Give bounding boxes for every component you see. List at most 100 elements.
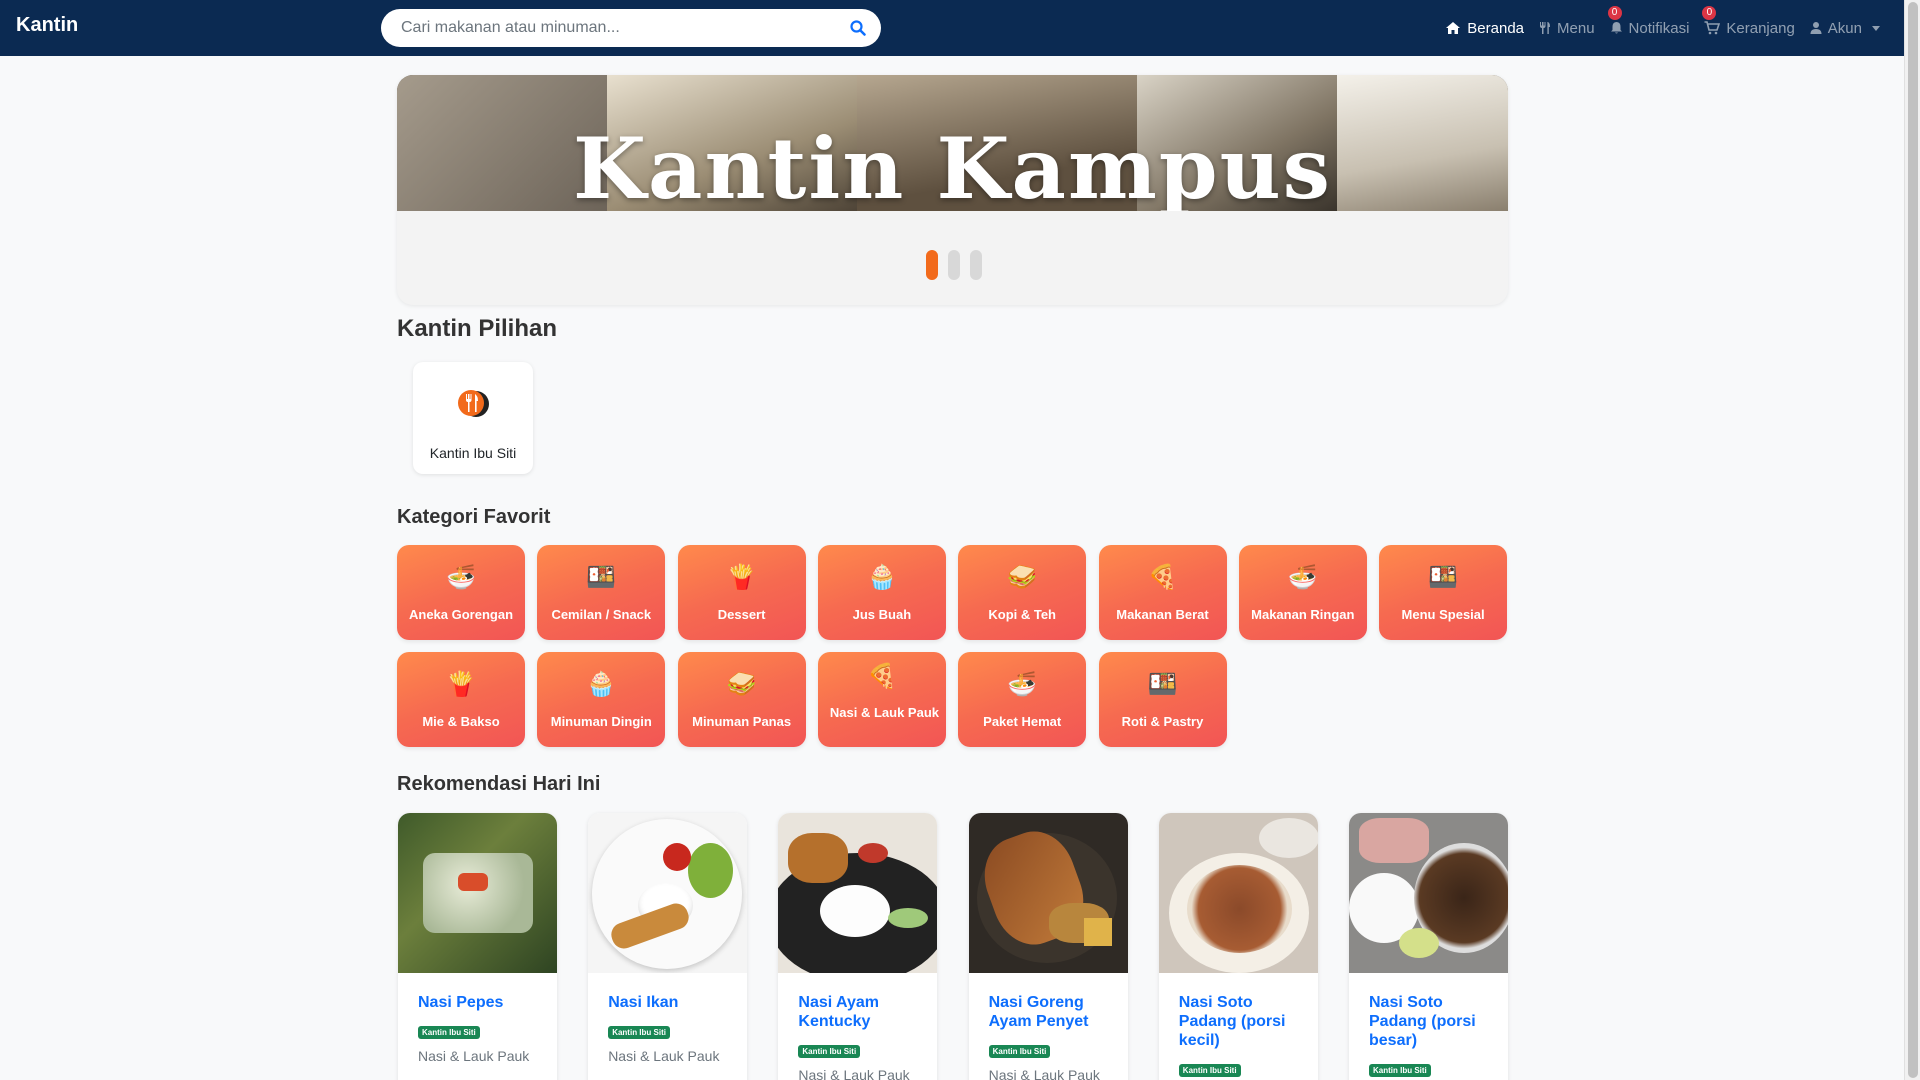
- product-category: Nasi & Lauk Pauk: [988, 1067, 1100, 1080]
- category-card[interactable]: 🥪 Minuman Panas: [677, 652, 806, 747]
- section-title-canteens: Kantin Pilihan: [397, 315, 558, 342]
- product-image: [398, 813, 557, 973]
- search-button[interactable]: [835, 9, 881, 47]
- bell-icon: [1610, 22, 1622, 34]
- sandwich-icon: 🥪: [1007, 564, 1038, 591]
- nav-keranjang-label: Keranjang: [1726, 19, 1795, 37]
- canteen-badge: Kantin Ibu Siti: [988, 1045, 1051, 1058]
- category-label: Nasi & Lauk Pauk: [829, 705, 939, 720]
- product-name[interactable]: Nasi Soto Padang (porsi besar): [1369, 993, 1499, 1050]
- category-card[interactable]: 🍕 Nasi & Lauk Pauk: [817, 652, 946, 747]
- product-name[interactable]: Nasi Pepes: [418, 993, 548, 1012]
- category-card[interactable]: 🍱 Roti & Pastry: [1098, 652, 1227, 747]
- scrollbar-thumb[interactable]: [1908, 2, 1918, 1078]
- section-title-categories: Kategori Favorit: [397, 506, 551, 528]
- category-label: Cemilan / Snack: [551, 607, 652, 622]
- search-bar: [381, 9, 881, 47]
- category-label: Paket Hemat: [983, 714, 1062, 729]
- sandwich-icon: 🥪: [726, 671, 757, 698]
- restaurant-logo-icon: [458, 390, 489, 417]
- category-card[interactable]: 🥪 Kopi & Teh: [958, 545, 1087, 640]
- category-card[interactable]: 🧁 Jus Buah: [817, 545, 946, 640]
- ramen-bowl-icon: 🍜: [446, 564, 476, 591]
- hero-title: Kantin Kampus: [573, 119, 1332, 211]
- fries-icon: 🍟: [726, 564, 757, 591]
- category-label: Minuman Dingin: [550, 714, 652, 729]
- category-card[interactable]: 🍟 Dessert: [677, 545, 806, 640]
- category-label: Menu Spesial: [1401, 607, 1485, 622]
- product-card[interactable]: Nasi Pepes Kantin Ibu Siti Nasi & Lauk Pau…: [398, 813, 557, 1080]
- category-card[interactable]: 🧁 Minuman Dingin: [537, 652, 666, 747]
- search-input[interactable]: [381, 9, 835, 47]
- category-label: Roti & Pastry: [1121, 714, 1204, 729]
- product-image: [968, 813, 1128, 973]
- canteen-badge: Kantin Ibu Siti: [798, 1045, 861, 1058]
- nav-notifikasi[interactable]: 0 Notifikasi: [1607, 5, 1690, 37]
- canteen-badge: Kantin Ibu Siti: [608, 1026, 670, 1039]
- cupcake-icon: 🧁: [866, 564, 897, 591]
- nav-beranda[interactable]: Beranda: [1445, 20, 1524, 37]
- product-card[interactable]: Nasi Ayam Kentucky Kantin Ibu Siti Nasi & …: [778, 813, 938, 1080]
- nav-akun-dropdown[interactable]: Akun: [1810, 20, 1880, 37]
- product-card[interactable]: Nasi Ikan Kantin Ibu Siti Nasi & Lauk Pauk: [588, 813, 748, 1080]
- product-card[interactable]: Nasi Goreng Ayam Penyet Kantin Ibu Siti Na…: [968, 813, 1128, 1080]
- carousel-indicator[interactable]: [948, 250, 960, 280]
- bento-box-icon: 🍱: [586, 564, 617, 591]
- carousel-indicator[interactable]: [926, 250, 938, 280]
- hero-image: Kantin Kampus: [397, 75, 1508, 211]
- page-scrollbar[interactable]: [1904, 0, 1920, 1080]
- carousel-indicators: [926, 250, 982, 280]
- product-image: [1349, 813, 1508, 973]
- category-card[interactable]: 🍜 Paket Hemat: [958, 652, 1087, 747]
- pizza-icon: 🍕: [1147, 564, 1178, 591]
- utensils-icon: [1540, 22, 1551, 34]
- category-label: Makanan Berat: [1116, 607, 1209, 622]
- category-card[interactable]: 🍱 Cemilan / Snack: [537, 545, 666, 640]
- nav-menu-label: Menu: [1557, 19, 1595, 37]
- category-card[interactable]: 🍟 Mie & Bakso: [397, 652, 525, 747]
- nav-beranda-label: Beranda: [1467, 19, 1525, 37]
- category-label: Aneka Gorengan: [408, 607, 514, 622]
- product-card[interactable]: Nasi Soto Padang (porsi kecil) Kantin Ibu…: [1158, 813, 1318, 1080]
- product-name[interactable]: Nasi Ayam Kentucky: [798, 993, 928, 1031]
- navbar: Kantin Beranda Menu 0 No: [0, 0, 1904, 56]
- nav-notifikasi-label: Notifikasi: [1628, 19, 1690, 37]
- category-label: Mie & Bakso: [422, 714, 500, 729]
- fries-icon: 🍟: [446, 671, 476, 698]
- chevron-down-icon: [1872, 25, 1880, 31]
- product-card[interactable]: Nasi Soto Padang (porsi besar) Kantin Ibu…: [1349, 813, 1508, 1080]
- product-image: [1158, 813, 1318, 973]
- pizza-icon: 🍕: [866, 663, 897, 690]
- ramen-bowl-icon: 🍜: [1287, 564, 1318, 591]
- cupcake-icon: 🧁: [586, 671, 617, 698]
- category-label: Kopi & Teh: [988, 607, 1056, 622]
- nav-menu[interactable]: Menu: [1539, 20, 1595, 37]
- nav-keranjang[interactable]: 0 Keranjang: [1702, 5, 1795, 37]
- cart-badge: 0: [1702, 5, 1717, 20]
- carousel-indicator[interactable]: [970, 250, 982, 280]
- ramen-bowl-icon: 🍜: [1007, 671, 1038, 698]
- search-icon: [850, 20, 866, 36]
- product-category: Nasi & Lauk Pauk: [798, 1067, 910, 1080]
- bento-box-icon: 🍱: [1428, 564, 1459, 591]
- category-card[interactable]: 🍕 Makanan Berat: [1098, 545, 1227, 640]
- notification-badge: 0: [1607, 5, 1622, 20]
- product-name[interactable]: Nasi Ikan: [608, 993, 738, 1012]
- canteen-card[interactable]: Kantin Ibu Siti: [413, 362, 533, 474]
- cart-icon: [1704, 21, 1721, 35]
- product-name[interactable]: Nasi Soto Padang (porsi kecil): [1179, 993, 1309, 1050]
- bento-box-icon: 🍱: [1147, 671, 1178, 698]
- user-icon: [1810, 22, 1822, 34]
- category-card[interactable]: 🍜 Aneka Gorengan: [397, 545, 525, 640]
- category-card[interactable]: 🍜 Makanan Ringan: [1238, 545, 1367, 640]
- nav-links: Beranda Menu 0 Notifikasi 0 Keranjang Ak…: [1445, 0, 1880, 56]
- category-card[interactable]: 🍱 Menu Spesial: [1379, 545, 1508, 640]
- category-label: Makanan Ringan: [1251, 607, 1355, 622]
- brand-logo[interactable]: Kantin: [16, 14, 78, 37]
- hero-carousel: Kantin Kampus: [397, 75, 1508, 305]
- product-name[interactable]: Nasi Goreng Ayam Penyet: [989, 993, 1119, 1031]
- product-category: Nasi & Lauk Pauk: [608, 1048, 720, 1064]
- category-label: Dessert: [717, 607, 766, 622]
- product-category: Nasi & Lauk Pauk: [418, 1048, 530, 1064]
- product-image: [778, 813, 938, 973]
